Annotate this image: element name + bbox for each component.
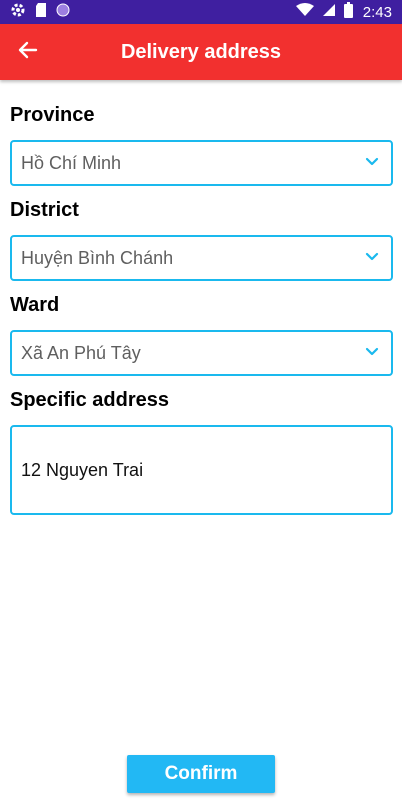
ward-value: Xã An Phú Tây: [21, 342, 141, 363]
specific-address-input[interactable]: [21, 459, 382, 481]
page-title: Delivery address: [120, 41, 282, 63]
gear-icon: [10, 2, 26, 23]
district-value: Huyện Bình Chánh: [21, 247, 174, 268]
province-select[interactable]: Hồ Chí Minh: [10, 140, 393, 186]
ward-select[interactable]: Xã An Phú Tây: [10, 330, 393, 376]
specific-address-label: Specific address: [10, 389, 169, 411]
wifi-icon: [295, 2, 314, 22]
signal-icon: [322, 3, 336, 22]
chevron-down-icon: [365, 154, 379, 172]
status-bar: 2:43: [0, 0, 402, 24]
battery-icon: [343, 1, 353, 23]
status-time: 2:43: [362, 3, 392, 21]
ward-label: Ward: [10, 294, 60, 316]
confirm-button[interactable]: Confirm: [127, 755, 275, 793]
status-left-icons: [10, 2, 70, 23]
province-value: Hồ Chí Minh: [21, 152, 122, 173]
app-bar: Delivery address: [0, 24, 402, 80]
circle-icon: [56, 3, 70, 22]
specific-address-field[interactable]: [10, 425, 393, 515]
status-right-icons: 2:43: [295, 1, 392, 23]
sd-card-icon: [34, 2, 48, 23]
arrow-left-icon: [18, 40, 38, 65]
back-button[interactable]: [14, 38, 42, 66]
chevron-down-icon: [365, 344, 379, 362]
province-label: Province: [10, 104, 95, 126]
district-select[interactable]: Huyện Bình Chánh: [10, 235, 393, 281]
chevron-down-icon: [365, 249, 379, 267]
district-label: District: [10, 199, 79, 221]
